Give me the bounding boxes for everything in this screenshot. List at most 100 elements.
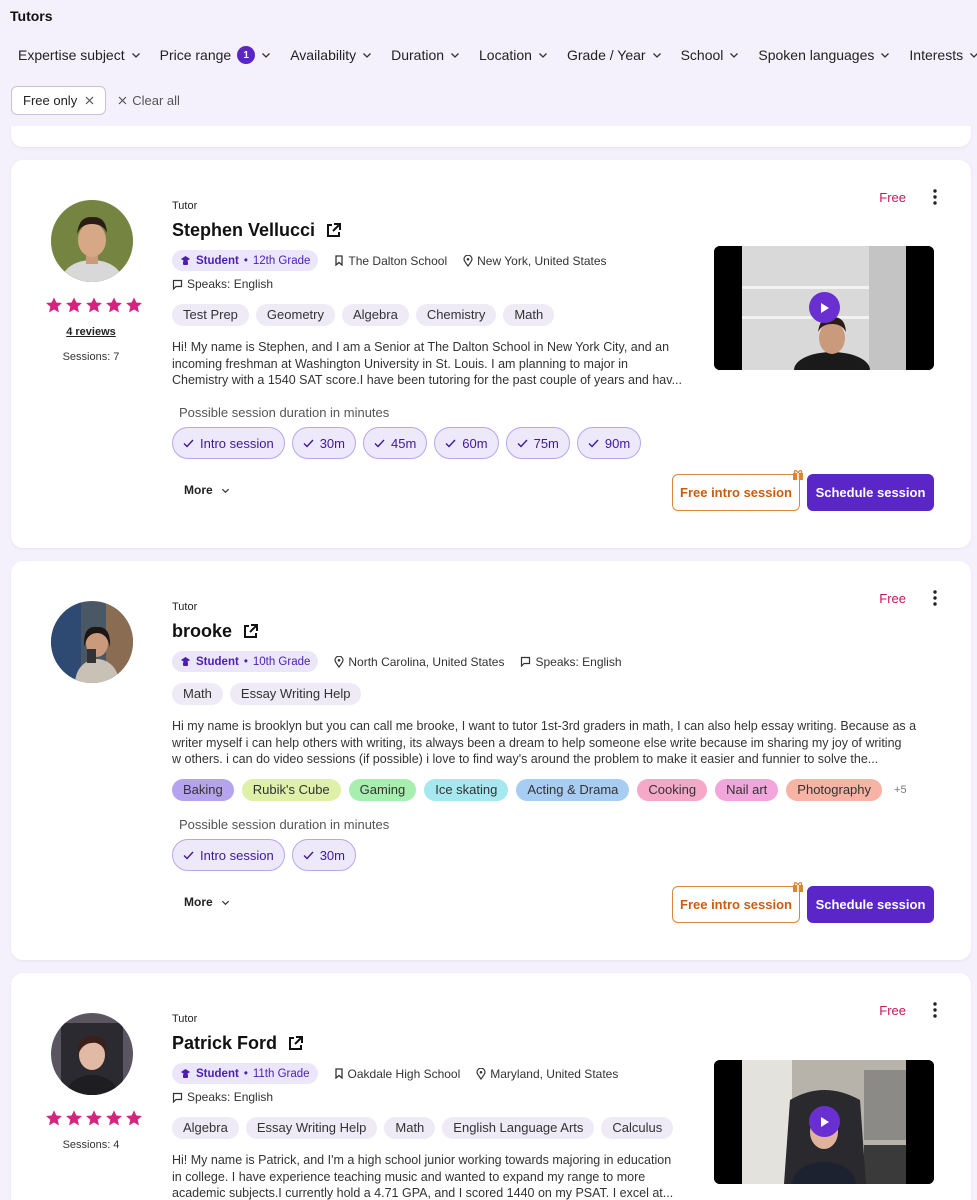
- filter-label: Grade / Year: [566, 47, 646, 63]
- filter-availability[interactable]: Availability: [290, 46, 372, 64]
- intro-video[interactable]: [714, 1060, 934, 1184]
- more-label: More: [184, 895, 213, 909]
- chip-label: Free only: [23, 93, 78, 108]
- location-pin-icon: [463, 254, 473, 267]
- tutor-meta: Student • 10th Grade North Carolina, Uni…: [172, 651, 622, 672]
- bio-line: in college. I have experience teaching m…: [172, 1169, 646, 1184]
- filter-duration[interactable]: Duration: [391, 46, 460, 64]
- interests-more-count[interactable]: +5: [894, 784, 907, 796]
- filter-count-badge: 1: [237, 46, 256, 64]
- subject-tags: Algebra Essay Writing Help Math English …: [172, 1117, 674, 1139]
- star-icon: [46, 297, 62, 313]
- avatar[interactable]: [51, 1013, 133, 1095]
- tutor-meta: Student • 12th Grade The Dalton School N…: [172, 250, 607, 271]
- tutor-name-link[interactable]: Stephen Vellucci: [172, 220, 342, 241]
- bullet-separator: •: [243, 1067, 248, 1080]
- chat-bubble-icon: [521, 656, 531, 667]
- speaks-languages: Speaks: English: [520, 655, 622, 669]
- chevron-down-icon: [881, 53, 890, 58]
- filter-spoken-languages[interactable]: Spoken languages: [758, 46, 890, 64]
- duration-options: Intro session 30m: [172, 839, 356, 871]
- bio-line: Hi my name is brooklyn but you can call …: [172, 719, 917, 733]
- external-link-icon: [289, 1036, 304, 1050]
- tutor-role: Tutor: [172, 1013, 198, 1025]
- play-icon: [820, 1116, 829, 1127]
- more-options-icon[interactable]: [933, 1002, 937, 1018]
- more-options-icon[interactable]: [933, 590, 937, 606]
- graduation-cap-icon: [181, 256, 190, 265]
- student-label: Student: [196, 254, 239, 267]
- duration-option-30m[interactable]: 30m: [291, 427, 356, 459]
- duration-option-90m[interactable]: 90m: [576, 427, 642, 459]
- tutor-role: Tutor: [172, 200, 198, 212]
- speaks-languages: Speaks: English: [172, 277, 273, 291]
- student-label: Student: [196, 655, 239, 668]
- subject-tag: Geometry: [255, 304, 335, 326]
- chevron-down-icon: [262, 53, 271, 58]
- duration-option-60m[interactable]: 60m: [434, 427, 499, 459]
- location: New York, United States: [463, 254, 607, 268]
- interest-tag: Baking: [172, 779, 234, 801]
- location-pin-icon: [334, 655, 344, 668]
- chat-bubble-icon: [172, 279, 183, 290]
- avatar-photo: [51, 200, 133, 282]
- tutor-name: brooke: [172, 621, 233, 641]
- bio-line: Hi! My name is Patrick, and I'm a high s…: [172, 1153, 672, 1167]
- grade-label: 10th Grade: [252, 655, 311, 668]
- location-name: North Carolina, United States: [348, 654, 505, 669]
- intro-video[interactable]: [714, 246, 934, 370]
- duration-option-intro[interactable]: Intro session: [172, 839, 285, 871]
- filter-label: Spoken languages: [758, 47, 875, 63]
- star-icon: [86, 1110, 102, 1126]
- tutor-name-link[interactable]: Patrick Ford: [172, 1033, 304, 1054]
- duration-label-text: Intro session: [200, 435, 274, 451]
- free-intro-session-button[interactable]: Free intro session: [672, 470, 803, 511]
- sessions-count: Sessions: 4: [62, 1139, 120, 1151]
- speaks-label: Speaks: English: [187, 277, 274, 291]
- school: The Dalton School: [334, 254, 447, 268]
- avatar-photo: [51, 601, 133, 683]
- duration-option-30m[interactable]: 30m: [291, 839, 356, 871]
- active-filter-chip[interactable]: Free only: [11, 86, 107, 115]
- more-options-icon[interactable]: [933, 189, 937, 205]
- duration-label-text: 45m: [391, 435, 417, 451]
- gift-icon: [793, 470, 803, 480]
- duration-option-intro[interactable]: Intro session: [172, 427, 285, 459]
- more-label: More: [184, 483, 213, 497]
- filter-bar: Expertise subject Price range 1 Availabil…: [18, 46, 977, 64]
- speaks-label: Speaks: English: [187, 1090, 274, 1104]
- filter-grade-year[interactable]: Grade / Year: [567, 46, 662, 64]
- subject-tag: Chemistry: [415, 304, 497, 326]
- interest-tags: Baking Rubik's Cube Gaming Ice skating A…: [172, 779, 907, 801]
- student-badge: Student • 11th Grade: [172, 1063, 318, 1084]
- external-link-icon: [327, 223, 342, 237]
- tutor-name-link[interactable]: brooke: [172, 621, 259, 642]
- filter-location[interactable]: Location: [479, 46, 548, 64]
- schedule-session-button[interactable]: Schedule session: [807, 474, 934, 511]
- avatar[interactable]: [51, 200, 133, 282]
- chevron-down-icon: [970, 53, 977, 58]
- avatar[interactable]: [51, 601, 133, 683]
- subject-tag: Algebra: [342, 304, 409, 326]
- filter-school[interactable]: School: [681, 46, 740, 64]
- duration-option-45m[interactable]: 45m: [363, 427, 428, 459]
- filter-expertise-subject[interactable]: Expertise subject: [18, 46, 141, 64]
- filter-price-range[interactable]: Price range 1: [160, 46, 272, 64]
- free-intro-session-button[interactable]: Free intro session: [672, 882, 803, 923]
- more-toggle[interactable]: More: [184, 895, 230, 909]
- filter-interests[interactable]: Interests: [909, 46, 977, 64]
- close-icon[interactable]: [85, 96, 94, 105]
- bookmark-icon: [335, 255, 344, 266]
- duration-label: Possible session duration in minutes: [179, 405, 390, 420]
- reviews-link[interactable]: 4 reviews: [11, 326, 171, 338]
- more-toggle[interactable]: More: [184, 483, 230, 497]
- schedule-session-button[interactable]: Schedule session: [807, 886, 934, 923]
- play-button[interactable]: [809, 1106, 840, 1137]
- duration-label-text: 90m: [604, 435, 631, 451]
- subject-tag: Math: [172, 683, 223, 705]
- tutor-role: Tutor: [172, 601, 198, 613]
- bio-line: Chemistry with a 1540 SAT score.I have b…: [172, 373, 683, 387]
- clear-all-button[interactable]: Clear all: [118, 93, 180, 108]
- play-button[interactable]: [809, 292, 840, 323]
- duration-option-75m[interactable]: 75m: [505, 427, 570, 459]
